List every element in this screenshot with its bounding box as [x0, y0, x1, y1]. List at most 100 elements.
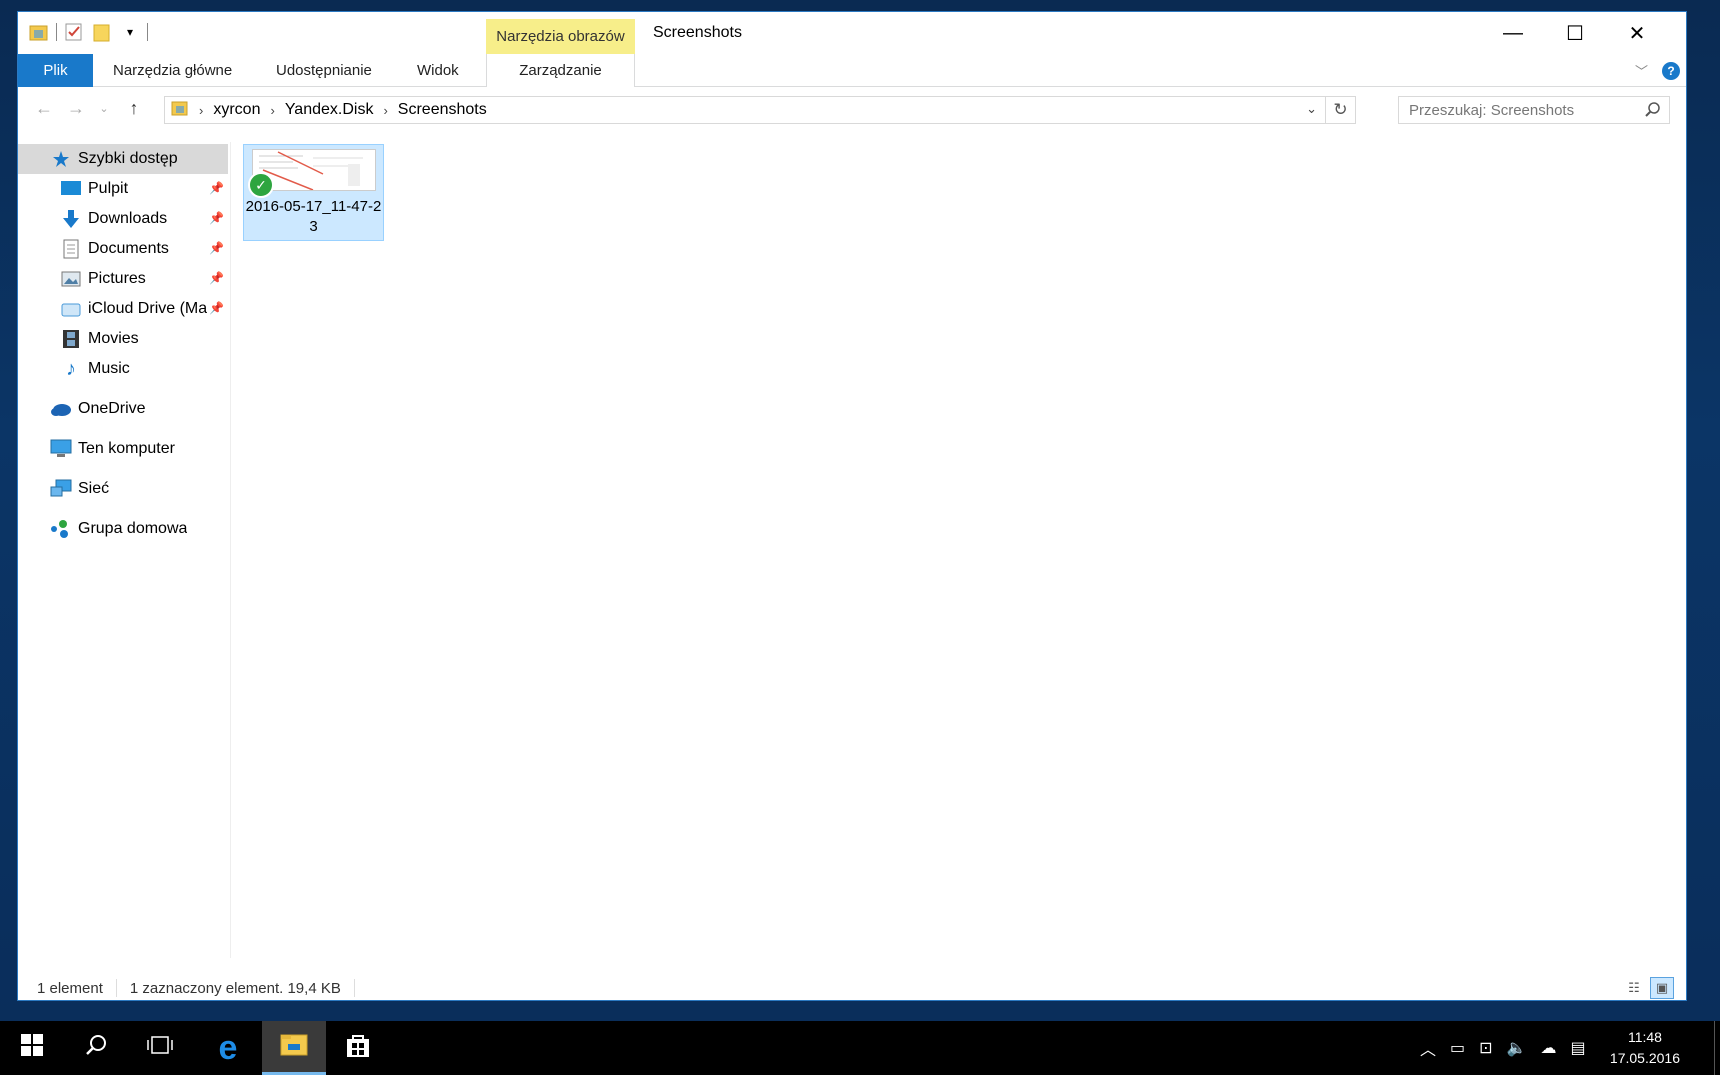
close-icon: ✕: [1628, 22, 1646, 45]
search-icon[interactable]: [1645, 101, 1661, 121]
up-button[interactable]: ↑: [122, 96, 146, 120]
sidebar-item-network[interactable]: Sieć: [18, 474, 228, 504]
breadcrumb-screenshots[interactable]: Screenshots: [398, 101, 487, 119]
file-view[interactable]: ✓ 2016-05-17_11-47-23: [231, 130, 1686, 958]
qat-customize-dropdown-icon[interactable]: ▾: [119, 21, 141, 43]
search-input[interactable]: Przeszukaj: Screenshots: [1398, 96, 1670, 124]
search-placeholder: Przeszukaj: Screenshots: [1409, 101, 1575, 119]
window-title: Screenshots: [653, 24, 742, 41]
new-folder-icon[interactable]: [91, 21, 113, 43]
edge-button[interactable]: e: [196, 1021, 260, 1075]
store-bag-icon: [345, 1032, 371, 1064]
music-note-icon: ♪: [66, 357, 76, 380]
start-button[interactable]: [0, 1021, 64, 1075]
network-tray-icon[interactable]: ⊡: [1479, 1038, 1492, 1058]
tab-home[interactable]: Narzędzia główne: [113, 54, 232, 87]
properties-checkmark-icon[interactable]: [63, 21, 85, 43]
close-button[interactable]: ✕: [1606, 12, 1668, 54]
chevron-up-icon[interactable]: ︿: [1420, 1036, 1436, 1060]
ribbon-expand-chevron-icon[interactable]: ﹀: [1635, 61, 1648, 80]
folder-yandex-icon: [28, 21, 50, 43]
navigation-pane: Szybki dostęp Pulpit 📌 Downloads 📌 Docum…: [18, 142, 231, 958]
sync-ok-checkmark-icon: ✓: [248, 172, 274, 198]
picture-tools-context-label: Narzędzia obrazów: [486, 19, 635, 54]
explorer-window: ▾ Narzędzia obrazów Screenshots — ☐ ✕ Pl…: [17, 11, 1687, 1001]
recent-locations-button[interactable]: ⌄: [92, 96, 116, 120]
file-name: 2016-05-17_11-47-23: [245, 198, 382, 235]
clock[interactable]: 11:48 17.05.2016: [1610, 1027, 1680, 1069]
film-icon: [60, 328, 82, 350]
yandex-folder-icon: [171, 99, 189, 122]
sidebar-item-onedrive[interactable]: OneDrive: [18, 394, 228, 424]
breadcrumb-separator-icon: ›: [270, 102, 275, 118]
task-view-button[interactable]: [128, 1021, 192, 1075]
forward-button[interactable]: →: [64, 96, 88, 120]
sidebar-item-downloads[interactable]: Downloads 📌: [18, 204, 228, 234]
breadcrumb-yandex-disk[interactable]: Yandex.Disk: [285, 101, 374, 119]
yandex-disk-tray-icon[interactable]: ☁: [1540, 1038, 1556, 1058]
minimize-button[interactable]: —: [1482, 12, 1544, 54]
download-arrow-icon: [60, 208, 82, 230]
minimize-icon: —: [1503, 21, 1523, 44]
details-view-icon[interactable]: ☷: [1622, 977, 1646, 999]
selection-info: 1 zaznaczony element. 19,4 KB: [129, 979, 341, 997]
back-button[interactable]: ←: [32, 96, 56, 120]
pin-icon[interactable]: 📌: [209, 211, 224, 225]
computer-icon: [50, 438, 72, 460]
refresh-icon[interactable]: ↻: [1325, 97, 1355, 123]
sidebar-item-icloud-drive[interactable]: iCloud Drive (Ma 📌: [18, 294, 228, 324]
help-icon[interactable]: ?: [1662, 62, 1680, 80]
sidebar-item-this-pc[interactable]: Ten komputer: [18, 434, 228, 464]
title-bar: ▾ Narzędzia obrazów Screenshots — ☐ ✕: [18, 12, 1686, 54]
sidebar-item-music[interactable]: ♪ Music: [18, 354, 228, 384]
ribbon-tabs: Plik Narzędzia główne Udostępnianie Wido…: [18, 54, 1686, 87]
clock-time: 11:48: [1627, 1029, 1662, 1045]
system-tray: ︿ ▭ ⊡ 🔈 ☁ ▤: [1420, 1021, 1586, 1075]
tab-share[interactable]: Udostępnianie: [276, 54, 372, 87]
pin-icon[interactable]: 📌: [209, 271, 224, 285]
sidebar-item-quick-access[interactable]: Szybki dostęp: [18, 144, 228, 174]
sidebar-item-homegroup[interactable]: Grupa domowa: [18, 514, 228, 544]
breadcrumb-separator-icon: ›: [199, 102, 204, 118]
battery-power-icon[interactable]: ▭: [1450, 1038, 1465, 1058]
tab-view[interactable]: Widok: [417, 54, 459, 87]
edge-logo-icon: e: [218, 1028, 238, 1067]
large-icons-view-icon[interactable]: ▣: [1650, 977, 1674, 999]
homegroup-icon: [50, 518, 72, 540]
status-divider: [353, 979, 355, 997]
action-center-icon[interactable]: ▤: [1570, 1038, 1585, 1058]
navigation-bar: ← → ⌄ ↑ › xyrcon › Yandex.Disk › Screens…: [18, 88, 1686, 130]
breadcrumb-xyrcon[interactable]: xyrcon: [213, 101, 260, 119]
qat-separator: [147, 23, 148, 41]
tab-file[interactable]: Plik: [18, 54, 93, 87]
breadcrumb-separator-icon: ›: [383, 102, 388, 118]
status-divider: [115, 979, 117, 997]
sidebar-item-documents[interactable]: Documents 📌: [18, 234, 228, 264]
maximize-button[interactable]: ☐: [1544, 12, 1606, 54]
sidebar-item-pictures[interactable]: Pictures 📌: [18, 264, 228, 294]
tab-manage[interactable]: Zarządzanie: [486, 54, 635, 87]
desktop-icon: [60, 178, 82, 200]
arrow-up-icon: ↑: [129, 97, 139, 118]
pin-icon[interactable]: 📌: [209, 241, 224, 255]
show-desktop-button[interactable]: [1714, 1021, 1720, 1075]
star-icon: [50, 148, 72, 170]
volume-icon[interactable]: 🔈: [1507, 1038, 1527, 1058]
arrow-right-icon: →: [67, 97, 85, 118]
file-explorer-button[interactable]: [262, 1021, 326, 1075]
network-icon: [50, 478, 72, 500]
pin-icon[interactable]: 📌: [209, 301, 224, 315]
address-bar[interactable]: › xyrcon › Yandex.Disk › Screenshots ⌄ ↻: [164, 96, 1356, 124]
chevron-down-icon: ⌄: [99, 102, 109, 115]
search-taskbar-button[interactable]: [64, 1021, 128, 1075]
address-dropdown-icon[interactable]: ⌄: [1306, 101, 1317, 117]
icloud-icon: [60, 298, 82, 320]
status-bar: 1 element 1 zaznaczony element. 19,4 KB …: [18, 974, 1686, 1000]
store-button[interactable]: [326, 1021, 390, 1075]
file-item[interactable]: ✓ 2016-05-17_11-47-23: [243, 144, 384, 241]
sidebar-item-desktop[interactable]: Pulpit 📌: [18, 174, 228, 204]
clock-date: 17.05.2016: [1609, 1050, 1680, 1066]
sidebar-item-movies[interactable]: Movies: [18, 324, 228, 354]
pin-icon[interactable]: 📌: [209, 181, 224, 195]
search-icon: [85, 1034, 107, 1062]
